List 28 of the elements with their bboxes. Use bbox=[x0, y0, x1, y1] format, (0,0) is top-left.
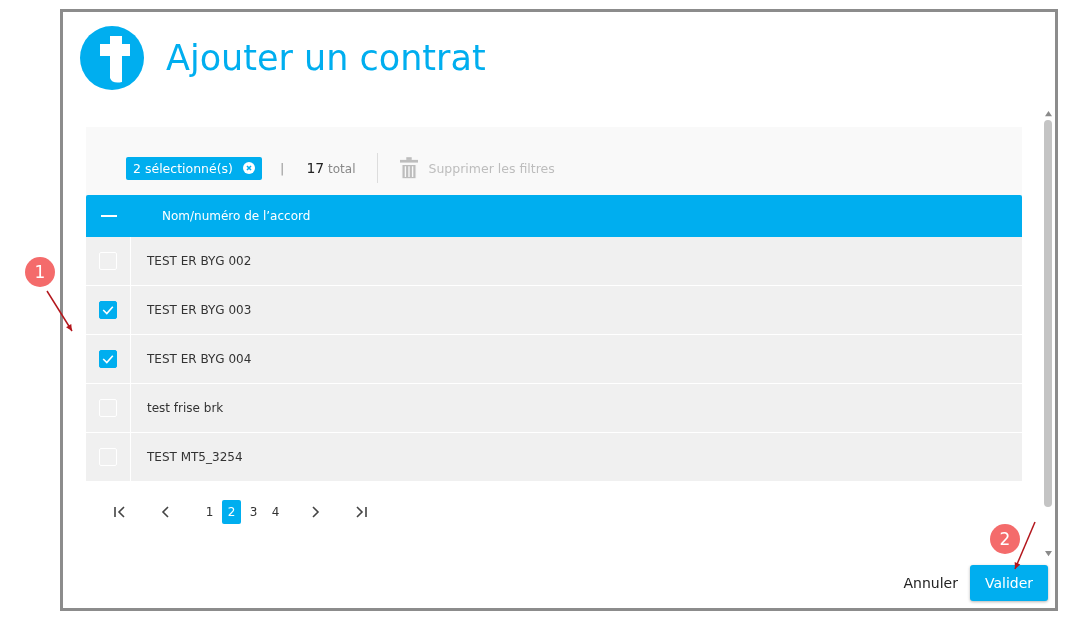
cancel-button[interactable]: Annuler bbox=[903, 575, 958, 591]
total-count: 17 total bbox=[306, 160, 356, 176]
row-checkbox[interactable] bbox=[99, 350, 117, 368]
column-header[interactable]: Nom/numéro de l’accord bbox=[162, 209, 311, 223]
table-cell: TEST MT5_3254 bbox=[147, 450, 243, 464]
trash-icon bbox=[400, 157, 419, 179]
page-button[interactable]: 4 bbox=[266, 500, 285, 524]
page-button[interactable]: 1 bbox=[200, 500, 219, 524]
clear-icon[interactable] bbox=[243, 162, 255, 174]
row-checkbox[interactable] bbox=[99, 301, 117, 319]
scrollbar[interactable] bbox=[1042, 110, 1054, 557]
scrollbar-thumb[interactable] bbox=[1044, 120, 1052, 507]
scroll-up-icon[interactable] bbox=[1043, 110, 1053, 117]
selection-chip[interactable]: 2 sélectionné(s) bbox=[126, 156, 262, 180]
dialog-title: Ajouter un contrat bbox=[166, 38, 486, 78]
table-cell: TEST ER BYG 004 bbox=[147, 352, 252, 366]
table-cell: test frise brk bbox=[147, 401, 224, 415]
last-page-icon[interactable] bbox=[353, 504, 369, 520]
table-cell: TEST ER BYG 002 bbox=[147, 254, 252, 268]
annotation-marker: 1 bbox=[25, 257, 55, 287]
logo-icon bbox=[80, 26, 144, 90]
page-button[interactable]: 3 bbox=[244, 500, 263, 524]
scroll-down-icon[interactable] bbox=[1043, 550, 1053, 557]
page-button[interactable]: 2 bbox=[222, 500, 241, 524]
separator-text: | bbox=[280, 160, 285, 176]
confirm-button[interactable]: Valider bbox=[970, 565, 1048, 601]
first-page-icon[interactable] bbox=[112, 504, 128, 520]
table-cell: TEST ER BYG 003 bbox=[147, 303, 252, 317]
